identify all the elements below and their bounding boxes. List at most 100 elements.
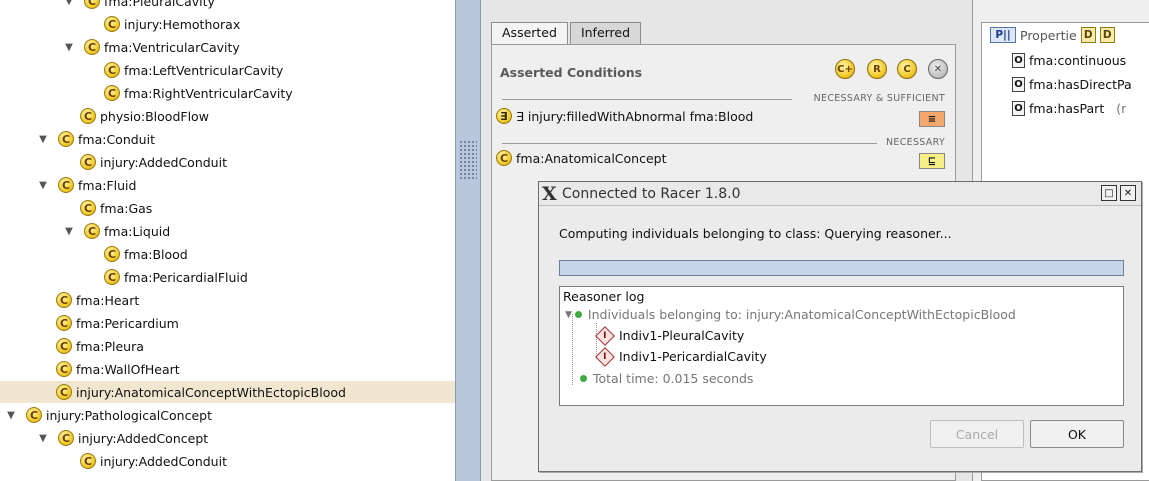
expand-toggle-icon[interactable]: ▼ (36, 433, 50, 444)
property-label: fma:hasDirectPa (1029, 77, 1132, 92)
reasoner-log[interactable]: Reasoner log ▼ Individuals belonging to:… (559, 286, 1124, 406)
properties-title: Propertie (1020, 27, 1077, 43)
tree-item-label: fma:PleuralCavity (104, 0, 215, 9)
properties-header: P|| Propertie D D (990, 27, 1115, 43)
individual-label: Indiv1-PleuralCavity (619, 328, 745, 343)
tree-item[interactable]: Cinjury:Hemothorax (0, 13, 455, 35)
tree-item[interactable]: ▼ Cinjury:AddedConcept (0, 427, 455, 449)
tree-item[interactable]: Cfma:Pericardium (0, 312, 455, 334)
log-root-label: Individuals belonging to: injury:Anatomi… (587, 307, 1016, 322)
class-icon: C (104, 246, 120, 262)
class-icon: C (104, 85, 120, 101)
class-tree[interactable]: ▼ Cfma:PleuralCavity Cinjury:Hemothorax ▼ Cf… (0, 0, 455, 481)
expand-toggle-icon[interactable]: ▼ (62, 0, 76, 7)
tree-item[interactable]: ▼ Cinjury:PathologicalConcept (0, 404, 455, 426)
tree-item-label: fma:Liquid (104, 223, 171, 239)
dialog-titlebar[interactable]: X Connected to Racer 1.8.0 □ ✕ (539, 182, 1141, 206)
x-logo-icon: X (542, 182, 557, 205)
add-restriction-icon[interactable]: R (867, 59, 887, 79)
racer-dialog: X Connected to Racer 1.8.0 □ ✕ Computing… (538, 181, 1142, 472)
status-dot-icon (580, 375, 587, 382)
expand-toggle-icon[interactable]: ▼ (62, 42, 76, 53)
tree-item[interactable]: Cinjury:AddedConduit (0, 151, 455, 173)
class-icon: C (26, 407, 42, 423)
tree-item-label: injury:AnatomicalConceptWithEctopicBlood (76, 384, 346, 400)
splitter[interactable] (455, 0, 481, 481)
class-icon: C (56, 338, 72, 354)
collapse-icon[interactable]: ▼ (565, 310, 572, 320)
class-icon: C (56, 292, 72, 308)
tree-item-label: fma:Blood (124, 246, 188, 262)
tree-item[interactable]: Cfma:WallOfHeart (0, 358, 455, 380)
class-icon: C (80, 200, 96, 216)
tree-item-label: physio:BloodFlow (100, 108, 209, 124)
class-icon: C (58, 131, 74, 147)
add-property-icon[interactable]: D (1080, 27, 1096, 43)
expand-toggle-icon[interactable]: ▼ (62, 226, 76, 237)
tree-item-label: fma:LeftVentricularCavity (124, 62, 284, 78)
object-property-icon: O (1012, 101, 1025, 116)
expand-toggle-icon[interactable]: ▼ (4, 410, 18, 421)
tree-item[interactable]: Cfma:Gas (0, 197, 455, 219)
individual-label: Indiv1-PericardialCavity (619, 349, 767, 364)
add-named-class-icon[interactable]: C (897, 59, 917, 79)
class-icon: C (80, 108, 96, 124)
tree-line (596, 323, 597, 356)
tree-item[interactable]: ▼ Cfma:Liquid (0, 220, 455, 242)
delete-icon[interactable]: ✕ (928, 59, 948, 79)
close-icon[interactable]: ✕ (1120, 185, 1136, 201)
log-total-time: Total time: 0.015 seconds (580, 371, 753, 386)
property-row[interactable]: O fma:hasPart (r (1012, 101, 1126, 116)
total-time-label: Total time: 0.015 seconds (593, 371, 754, 386)
individual-row[interactable]: I Indiv1-PericardialCavity (595, 346, 767, 367)
tree-item-label: fma:VentricularCavity (104, 39, 240, 55)
individual-row[interactable]: I Indiv1-PleuralCavity (595, 325, 745, 346)
status-dot-icon (574, 311, 582, 318)
tree-item[interactable]: Cinjury:AddedConduit (0, 450, 455, 472)
log-root[interactable]: ▼ Individuals belonging to: injury:Anato… (565, 307, 1016, 322)
property-label: fma:hasPart (1029, 101, 1105, 116)
class-icon: C (496, 150, 512, 166)
cancel-button[interactable]: Cancel (930, 420, 1024, 448)
tree-item[interactable]: Cfma:RightVentricularCavity (0, 82, 455, 104)
tree-item[interactable]: ▼ Cfma:PleuralCavity (0, 0, 455, 12)
splitter-grip[interactable] (459, 140, 477, 180)
add-datatype-icon[interactable]: D (1099, 27, 1115, 43)
property-row[interactable]: O fma:hasDirectPa (1012, 77, 1132, 92)
class-icon: C (80, 154, 96, 170)
tree-item[interactable]: ▼ Cfma:VentricularCavity (0, 36, 455, 58)
tree-item[interactable]: Cinjury:AnatomicalConceptWithEctopicBloo… (0, 381, 455, 403)
progress-fill (560, 261, 1123, 275)
expand-toggle-icon[interactable]: ▼ (36, 134, 50, 145)
tree-item[interactable]: Cphysio:BloodFlow (0, 105, 455, 127)
class-icon: C (84, 0, 100, 9)
ok-button[interactable]: OK (1030, 420, 1124, 448)
condition-label: fma:AnatomicalConcept (516, 150, 667, 166)
tree-item-label: injury:AddedConduit (100, 453, 227, 469)
condition-row[interactable]: C fma:AnatomicalConcept (496, 150, 666, 166)
section-label-necessary-sufficient: NECESSARY & SUFFICIENT (813, 93, 945, 104)
tab-inferred[interactable]: Inferred (569, 22, 642, 44)
maximize-icon[interactable]: □ (1101, 185, 1117, 201)
expand-toggle-icon[interactable]: ▼ (36, 180, 50, 191)
tab-asserted[interactable]: Asserted (491, 22, 568, 44)
properties-icon: P|| (990, 27, 1016, 43)
tree-line (572, 314, 573, 385)
condition-row[interactable]: ∃ ∃ injury:filledWithAbnormal fma:Blood (496, 108, 753, 124)
tree-item-label: fma:WallOfHeart (76, 361, 180, 377)
class-icon: C (56, 315, 72, 331)
add-class-icon[interactable]: C+ (835, 59, 855, 79)
conditions-header: Asserted Conditions (500, 65, 643, 80)
property-row[interactable]: O fma:continuous (1012, 53, 1126, 68)
tree-item[interactable]: ▼ Cfma:Fluid (0, 174, 455, 196)
tree-item-label: fma:Pericardium (76, 315, 179, 331)
tree-item-label: injury:AddedConcept (78, 430, 209, 446)
tree-item[interactable]: Cfma:PericardialFluid (0, 266, 455, 288)
tree-item[interactable]: Cfma:Blood (0, 243, 455, 265)
tree-item[interactable]: ▼ Cfma:Conduit (0, 128, 455, 150)
tree-item[interactable]: Cfma:Heart (0, 289, 455, 311)
tree-item[interactable]: Cfma:LeftVentricularCavity (0, 59, 455, 81)
tree-item[interactable]: Cfma:Pleura (0, 335, 455, 357)
class-icon: C (84, 39, 100, 55)
class-icon: C (56, 361, 72, 377)
